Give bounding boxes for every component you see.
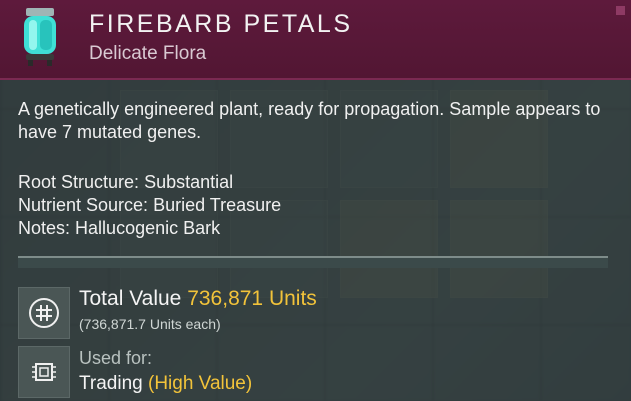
property-label: Root Structure: <box>18 172 140 192</box>
microchip-icon <box>32 363 56 381</box>
item-tooltip: FIREBARB PETALS Delicate Flora A genetic… <box>0 0 631 401</box>
total-value-label: Total Value <box>79 287 182 310</box>
total-value-amount: 736,871 Units <box>187 287 317 310</box>
item-description: A genetically engineered plant, ready fo… <box>18 99 601 142</box>
usage-highlight: (High Value) <box>148 373 253 394</box>
value-each: (736,871.7 Units each) <box>79 316 221 332</box>
usage-type: Trading <box>79 373 143 394</box>
property-notes: Notes: Hallucogenic Bark <box>18 217 281 240</box>
units-currency-icon <box>29 298 59 328</box>
property-list: Root Structure: Substantial Nutrient Sou… <box>18 171 281 240</box>
usage-label: Used for: <box>79 348 153 368</box>
total-value: Total Value 736,871 Units <box>79 287 317 311</box>
property-nutrient-source: Nutrient Source: Buried Treasure <box>18 194 281 217</box>
property-root-structure: Root Structure: Substantial <box>18 171 281 194</box>
usage-value: Trading (High Value) <box>79 373 252 395</box>
property-value: Substantial <box>144 172 234 192</box>
property-label: Nutrient Source: <box>18 195 149 215</box>
property-label: Notes: <box>18 218 71 238</box>
item-title: FIREBARB PETALS <box>89 10 353 38</box>
property-value: Buried Treasure <box>153 195 282 215</box>
tooltip-header: FIREBARB PETALS Delicate Flora <box>0 0 631 80</box>
property-value: Hallucogenic Bark <box>75 218 221 238</box>
value-icon-box <box>18 287 70 339</box>
corner-marker <box>616 6 625 15</box>
section-divider <box>18 256 608 268</box>
specimen-canister-icon <box>24 8 56 66</box>
usage-icon-box <box>18 346 70 398</box>
item-category: Delicate Flora <box>89 43 207 64</box>
